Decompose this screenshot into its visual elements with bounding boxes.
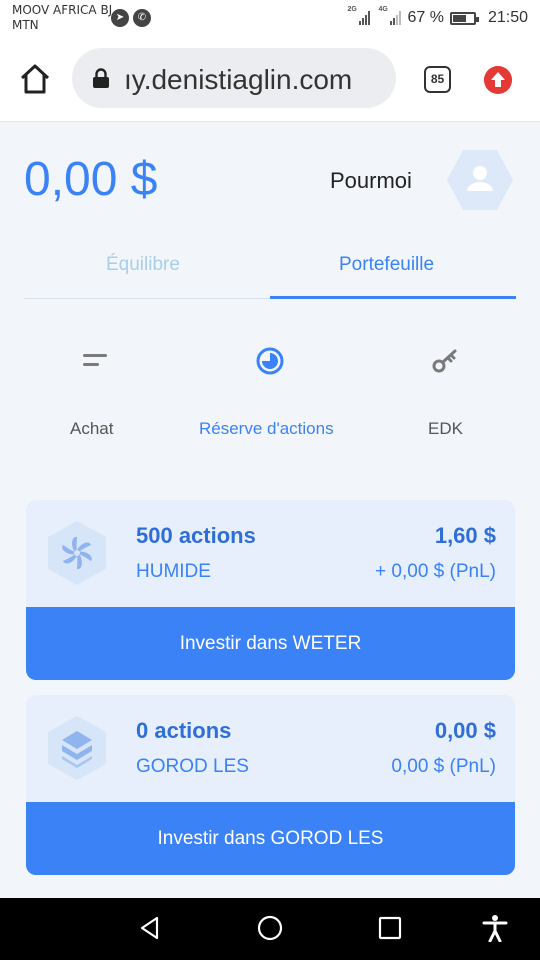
network-2g-label: 2G: [347, 6, 357, 13]
layers-icon: [48, 716, 106, 780]
key-icon[interactable]: [430, 346, 460, 376]
tab-switcher-button[interactable]: 85: [424, 66, 451, 93]
url-text[interactable]: ıy.denistiaglin.com: [124, 64, 352, 96]
subnav-edk[interactable]: EDK: [428, 419, 463, 439]
status-right: 2G 4G 67 % 21:50: [347, 6, 528, 28]
invest-button[interactable]: Investir dans GOROD LES: [26, 802, 515, 875]
invest-button[interactable]: Investir dans WETER: [26, 607, 515, 680]
pnl-value: 0,00 $ (PnL): [391, 756, 496, 777]
stock-card: 500 actions HUMIDE 1,60 $ + 0,00 $ (PnL)…: [26, 500, 515, 680]
shares-count: 500 actions: [136, 523, 256, 548]
update-arrow-icon[interactable]: [484, 66, 512, 94]
home-circle-icon[interactable]: [256, 914, 284, 942]
signal-2g-icon: 2G: [347, 6, 371, 25]
signal-4g-icon: 4G: [378, 6, 402, 25]
system-nav-bar: [0, 898, 540, 960]
home-icon[interactable]: [18, 62, 52, 96]
carrier-name-2: MTN: [12, 18, 39, 32]
avatar-icon[interactable]: [446, 148, 514, 212]
whatsapp-icon: ✆: [133, 9, 151, 27]
back-icon[interactable]: [136, 914, 164, 942]
battery-percent: 67 %: [407, 9, 444, 26]
network-4g-label: 4G: [378, 6, 388, 13]
pie-chart-icon[interactable]: [255, 346, 285, 376]
fan-icon: [48, 521, 106, 585]
username: Pourmoi: [330, 168, 412, 193]
browser-toolbar: ıy.denistiaglin.com 85: [0, 36, 540, 122]
address-bar[interactable]: ıy.denistiaglin.com: [72, 48, 396, 108]
battery-icon: [449, 11, 479, 25]
subnav-reserve-actions[interactable]: Réserve d'actions: [199, 419, 334, 439]
balance-amount: 0,00 $: [24, 153, 158, 206]
share-price: 0,00 $: [434, 718, 496, 743]
clock: 21:50: [487, 9, 528, 26]
carrier-name-1: MOOV AFRICA BJ: [12, 3, 113, 17]
accessibility-icon[interactable]: [481, 914, 509, 942]
menu-lines-icon[interactable]: [80, 346, 110, 376]
tab-active-indicator: [270, 296, 516, 299]
company-name: GOROD LES: [136, 756, 249, 777]
tab-equilibre[interactable]: Équilibre: [106, 254, 180, 276]
shares-count: 0 actions: [136, 718, 232, 743]
subnav-achat[interactable]: Achat: [70, 419, 113, 439]
lock-icon: [93, 68, 109, 88]
company-name: HUMIDE: [136, 561, 211, 582]
tab-portefeuille[interactable]: Portefeuille: [339, 254, 434, 276]
pnl-value: + 0,00 $ (PnL): [375, 561, 496, 582]
carrier-info: MOOV AFRICA BJ MTN: [12, 3, 112, 33]
stock-card: 0 actions GOROD LES 0,00 $ 0,00 $ (PnL) …: [26, 695, 515, 875]
telegram-icon: ➤: [111, 9, 129, 27]
share-price: 1,60 $: [434, 523, 496, 548]
recents-icon[interactable]: [376, 914, 404, 942]
status-bar: MOOV AFRICA BJ MTN ➤ ✆ 2G 4G 67 % 21:50: [0, 0, 540, 36]
